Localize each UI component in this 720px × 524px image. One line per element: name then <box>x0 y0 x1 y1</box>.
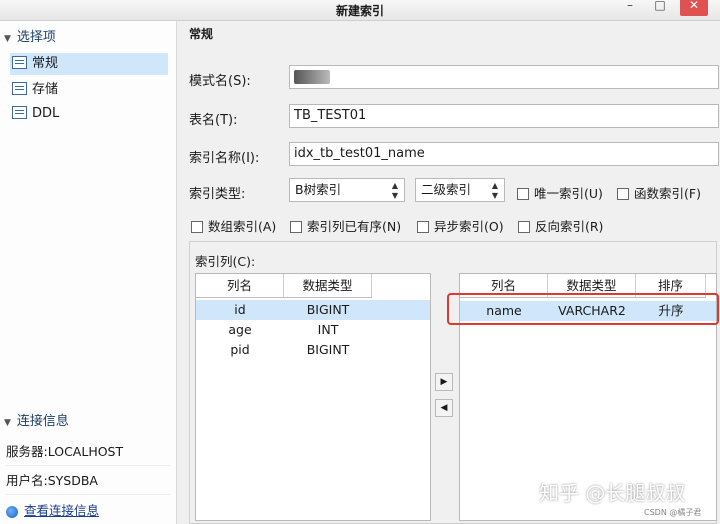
nav-item-ddl[interactable]: DDL <box>10 103 168 125</box>
array-index-checkbox[interactable]: 数组索引(A) <box>191 216 276 235</box>
page-icon <box>12 106 27 119</box>
main-panel: 常规 模式名(S): 表名(T): TB_TEST01 索引名称(I): idx… <box>177 21 720 524</box>
async-index-checkbox[interactable]: 异步索引(O) <box>417 216 504 235</box>
table-row[interactable]: id BIGINT <box>196 300 430 320</box>
page-icon <box>12 82 27 95</box>
connection-header-label: 连接信息 <box>16 414 69 429</box>
spin-arrows-icon: ▲ ▼ <box>391 181 398 200</box>
table-row[interactable]: name VARCHAR2 升序 <box>460 301 716 321</box>
server-label: 服务器: <box>6 444 48 459</box>
cell-name: pid <box>230 342 250 357</box>
table-row[interactable]: age INT <box>196 320 430 340</box>
view-connection-row: 查看连接信息 <box>6 498 170 524</box>
array-index-label: 数组索引(A) <box>208 219 277 234</box>
nav-item-storage[interactable]: 存储 <box>10 79 168 101</box>
close-button[interactable]: ✕ <box>680 0 708 16</box>
window-title: 新建索引 <box>335 4 384 18</box>
column-header-type[interactable]: 数据类型 <box>548 274 636 298</box>
cell-type: BIGINT <box>306 342 350 357</box>
add-column-button[interactable]: ▶ <box>435 373 453 391</box>
source-columns-table[interactable]: 列名 数据类型 id BIGINT age INT pid BIGINT <box>195 273 431 521</box>
reverse-index-checkbox[interactable]: 反向索引(R) <box>518 216 603 235</box>
checkbox-box <box>517 187 529 200</box>
async-index-label: 异步索引(O) <box>434 219 504 234</box>
connection-icon <box>6 505 18 518</box>
column-header-order[interactable]: 排序 <box>636 274 706 298</box>
index-columns-label: 索引列(C): <box>195 254 256 269</box>
user-value: SYSDBA <box>47 473 98 488</box>
unique-index-label: 唯一索引(U) <box>534 186 603 201</box>
tab-title: 常规 <box>189 27 214 41</box>
user-row: 用户名:SYSDBA <box>6 468 170 495</box>
spin-arrows-icon: ▲ ▼ <box>491 181 498 200</box>
watermark-small: CSDN @橘子君 <box>644 508 702 517</box>
checkbox-box <box>617 187 629 200</box>
title-bar: 新建索引 – □ ✕ <box>0 0 720 21</box>
cell-name: id <box>234 302 246 317</box>
remove-column-button[interactable]: ◀ <box>435 399 453 417</box>
sorted-index-label: 索引列已有序(N) <box>307 219 402 234</box>
left-panel: ▼ 选择项 常规 存储 DDL ▼ 连接信息 服务器:LOCALHOST 用户名:S… <box>0 21 177 524</box>
function-index-checkbox[interactable]: 函数索引(F) <box>617 183 701 202</box>
index-type-label: 索引类型: <box>189 187 246 202</box>
function-index-label: 函数索引(F) <box>634 186 701 201</box>
schema-field[interactable] <box>289 65 719 89</box>
options-header-label: 选择项 <box>16 30 56 45</box>
index-type-value: B树索引 <box>295 182 342 197</box>
index-name-label: 索引名称(I): <box>189 151 260 166</box>
cell-type: VARCHAR2 <box>558 303 626 318</box>
connection-section-header[interactable]: ▼ 连接信息 <box>4 411 172 433</box>
checkbox-box <box>191 220 203 233</box>
checkbox-box <box>518 220 530 233</box>
cell-type: BIGINT <box>306 302 350 317</box>
nav-item-label: 常规 <box>32 56 59 71</box>
minimize-button[interactable]: – <box>616 0 644 16</box>
table-row[interactable]: pid BIGINT <box>196 340 430 360</box>
column-header-type[interactable]: 数据类型 <box>284 274 372 298</box>
nav-item-label: 存储 <box>32 82 59 97</box>
redacted-value <box>294 69 330 84</box>
index-type-select[interactable]: B树索引 ▲ ▼ <box>289 178 405 202</box>
view-connection-link[interactable]: 查看连接信息 <box>24 503 99 518</box>
unique-index-checkbox[interactable]: 唯一索引(U) <box>517 183 603 202</box>
column-header-name[interactable]: 列名 <box>196 274 284 298</box>
user-label: 用户名: <box>6 473 48 488</box>
nav-item-general[interactable]: 常规 <box>10 53 168 75</box>
cell-type: INT <box>317 322 339 337</box>
index-name-field[interactable]: idx_tb_test01_name <box>289 142 719 166</box>
maximize-button[interactable]: □ <box>646 0 674 16</box>
server-row: 服务器:LOCALHOST <box>6 439 170 466</box>
table-label: 表名(T): <box>189 113 238 128</box>
schema-label: 模式名(S): <box>189 74 251 89</box>
reverse-index-label: 反向索引(R) <box>535 219 604 234</box>
table-field[interactable]: TB_TEST01 <box>289 104 719 128</box>
server-value: LOCALHOST <box>47 444 124 459</box>
collapse-triangle-icon: ▼ <box>4 418 11 428</box>
checkbox-box <box>417 220 429 233</box>
watermark: 知乎 @长腿叔叔 <box>539 481 686 505</box>
cell-order[interactable]: 升序 <box>636 301 706 321</box>
collapse-triangle-icon: ▼ <box>4 34 11 44</box>
cell-name: name <box>486 303 522 318</box>
nav-item-label: DDL <box>32 106 60 121</box>
page-icon <box>12 56 27 69</box>
index-level-value: 二级索引 <box>421 182 472 197</box>
cell-name: age <box>228 322 252 337</box>
index-level-select[interactable]: 二级索引 ▲ ▼ <box>415 178 505 202</box>
checkbox-box <box>290 220 302 233</box>
column-header-name[interactable]: 列名 <box>460 274 548 298</box>
options-section-header[interactable]: ▼ 选择项 <box>4 27 172 49</box>
sorted-index-checkbox[interactable]: 索引列已有序(N) <box>290 216 401 235</box>
